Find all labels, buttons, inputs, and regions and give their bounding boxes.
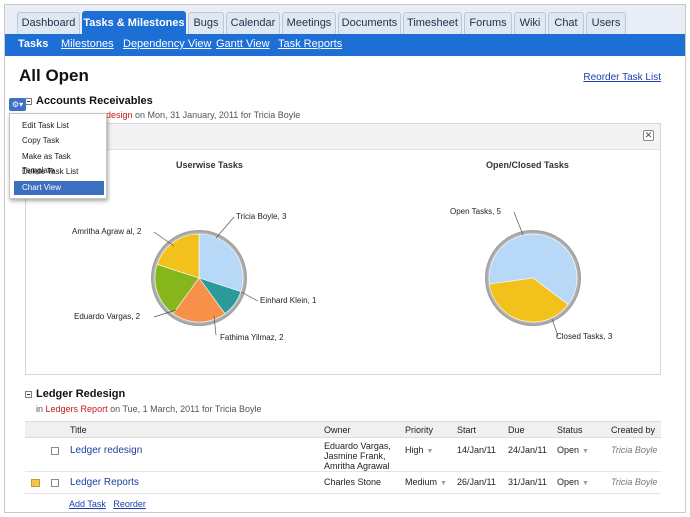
reorder-task-list-link[interactable]: Reorder Task List xyxy=(583,72,661,83)
owner-line: Amritha Agrawal xyxy=(324,461,390,471)
task-start: 14/Jan/11 xyxy=(457,445,496,455)
tasklist-meta-accounts: design on Mon, 31 January, 2011 for Tric… xyxy=(106,110,300,120)
table-footer-links: Add Task Reorder xyxy=(69,499,146,509)
tab-forums[interactable]: Forums xyxy=(464,12,512,34)
table-row: Ledger redesign Eduardo Vargas, Jasmine … xyxy=(25,438,661,472)
tasklist-meta-text-2: on Tue, 1 March, 2011 for Tricia Boyle xyxy=(110,404,262,414)
tab-documents[interactable]: Documents xyxy=(338,12,401,34)
chevron-down-icon: ▼ xyxy=(582,448,589,455)
th-priority: Priority xyxy=(405,425,434,435)
task-due: 31/Jan/11 xyxy=(508,477,547,487)
task-owner: Eduardo Vargas, Jasmine Frank, Amritha A… xyxy=(324,441,391,471)
owner-line: Eduardo Vargas, xyxy=(324,441,391,451)
th-created-by: Created by xyxy=(611,425,656,435)
main-tab-bar: Dashboard Tasks & Milestones Bugs Calend… xyxy=(5,5,685,35)
subnav-tasks[interactable]: Tasks xyxy=(18,38,48,50)
task-created-by: Tricia Boyle xyxy=(611,445,658,455)
gear-icon[interactable]: ⚙▾ xyxy=(9,98,26,111)
pie2-label-1: Closed Tasks, 3 xyxy=(556,332,613,341)
pie-leader-line-1 xyxy=(240,291,259,302)
tab-dashboard[interactable]: Dashboard xyxy=(17,12,80,34)
task-title-link[interactable]: Ledger redesign xyxy=(70,445,142,456)
tab-bugs[interactable]: Bugs xyxy=(188,12,224,34)
th-due: Due xyxy=(508,425,525,435)
tasklist-title-ledger[interactable]: Ledger Redesign xyxy=(36,388,125,400)
subnav-gantt-view[interactable]: Gantt View xyxy=(216,38,270,50)
pie-leader-line-0 xyxy=(215,216,235,239)
chevron-down-icon: ▼ xyxy=(426,448,434,455)
th-title: Title xyxy=(70,425,87,435)
th-status: Status xyxy=(557,425,583,435)
tab-users[interactable]: Users xyxy=(586,12,626,34)
th-start: Start xyxy=(457,425,477,435)
pie1-label-4: Amritha Agraw al, 2 xyxy=(72,227,142,236)
priority-select[interactable]: Medium ▼ xyxy=(405,477,447,487)
subnav-dependency-view[interactable]: Dependency View xyxy=(123,38,211,50)
task-start: 26/Jan/11 xyxy=(457,477,496,487)
tab-chat[interactable]: Chat xyxy=(548,12,584,34)
menu-make-template[interactable]: Make as Task Template xyxy=(14,150,104,175)
project-link[interactable]: design xyxy=(106,110,133,120)
menu-copy-task[interactable]: Copy Task xyxy=(14,134,104,148)
menu-chart-view[interactable]: Chart View xyxy=(14,181,104,195)
tab-wiki[interactable]: Wiki xyxy=(514,12,546,34)
collapse-toggle-accounts[interactable] xyxy=(25,98,32,105)
pie1-label-0: Tricia Boyle, 3 xyxy=(236,212,287,221)
pie-leader-line-5 xyxy=(513,211,524,236)
status-select[interactable]: Open ▼ xyxy=(557,477,589,487)
meta-in: in xyxy=(36,404,44,414)
pie1-label-2: Fathima Yilmaz, 2 xyxy=(220,333,284,342)
tasklist-meta-ledger: in Ledgers Report on Tue, 1 March, 2011 … xyxy=(36,404,262,414)
add-task-link[interactable]: Add Task xyxy=(69,499,106,509)
pie1-label-1: Einhard Klein, 1 xyxy=(260,296,317,305)
tasklist-meta-text: on Mon, 31 January, 2011 for Tricia Boyl… xyxy=(135,110,301,120)
status-value: Open xyxy=(557,477,580,487)
task-due: 24/Jan/11 xyxy=(508,445,547,455)
chart-view-panel: ✕ Userwise Tasks Open/Closed Tasks Trici… xyxy=(25,123,661,375)
th-owner: Owner xyxy=(324,425,351,435)
chevron-down-icon: ▼ xyxy=(582,480,589,487)
collapse-toggle-ledger[interactable] xyxy=(25,391,32,398)
chevron-down-icon: ▼ xyxy=(440,480,447,487)
subnav-milestones[interactable]: Milestones xyxy=(61,38,114,50)
tab-meetings[interactable]: Meetings xyxy=(282,12,336,34)
menu-delete-task-list[interactable]: Delete Task List xyxy=(14,165,104,179)
status-value: Open xyxy=(557,445,580,455)
page-title: All Open xyxy=(19,66,89,85)
task-table-header: Title Owner Priority Start Due Status Cr… xyxy=(25,421,661,438)
priority-value: High xyxy=(405,445,424,455)
table-row: Ledger Reports Charles Stone Medium ▼ 26/… xyxy=(25,472,661,494)
pie1-label-3: Eduardo Vargas, 2 xyxy=(74,312,141,321)
note-icon[interactable] xyxy=(31,479,40,487)
tasklist-title-accounts[interactable]: Accounts Receivables xyxy=(36,95,153,107)
tab-timesheet[interactable]: Timesheet xyxy=(403,12,462,34)
task-owner: Charles Stone xyxy=(324,477,382,487)
reorder-link[interactable]: Reorder xyxy=(113,499,146,509)
task-checkbox[interactable] xyxy=(51,479,59,487)
priority-select[interactable]: High ▼ xyxy=(405,445,433,455)
pie2-label-0: Open Tasks, 5 xyxy=(450,207,501,216)
tasklist-actions-menu: Edit Task List Copy Task Make as Task Te… xyxy=(9,113,107,199)
sub-nav-bar: Tasks Milestones Dependency View Gantt V… xyxy=(5,34,685,56)
tab-calendar[interactable]: Calendar xyxy=(226,12,280,34)
app-frame: Dashboard Tasks & Milestones Bugs Calend… xyxy=(4,4,686,513)
task-checkbox[interactable] xyxy=(51,447,59,455)
project-link-ledgers-report[interactable]: Ledgers Report xyxy=(46,404,108,414)
task-title-link[interactable]: Ledger Reports xyxy=(70,477,139,488)
tab-tasks-milestones[interactable]: Tasks & Milestones xyxy=(82,11,186,35)
menu-edit-task-list[interactable]: Edit Task List xyxy=(14,119,104,133)
task-created-by: Tricia Boyle xyxy=(611,477,658,487)
subnav-task-reports[interactable]: Task Reports xyxy=(278,38,342,50)
priority-value: Medium xyxy=(405,477,438,487)
owner-line: Jasmine Frank, xyxy=(324,451,386,461)
pie-leader-line-4 xyxy=(153,231,175,247)
status-select[interactable]: Open ▼ xyxy=(557,445,589,455)
